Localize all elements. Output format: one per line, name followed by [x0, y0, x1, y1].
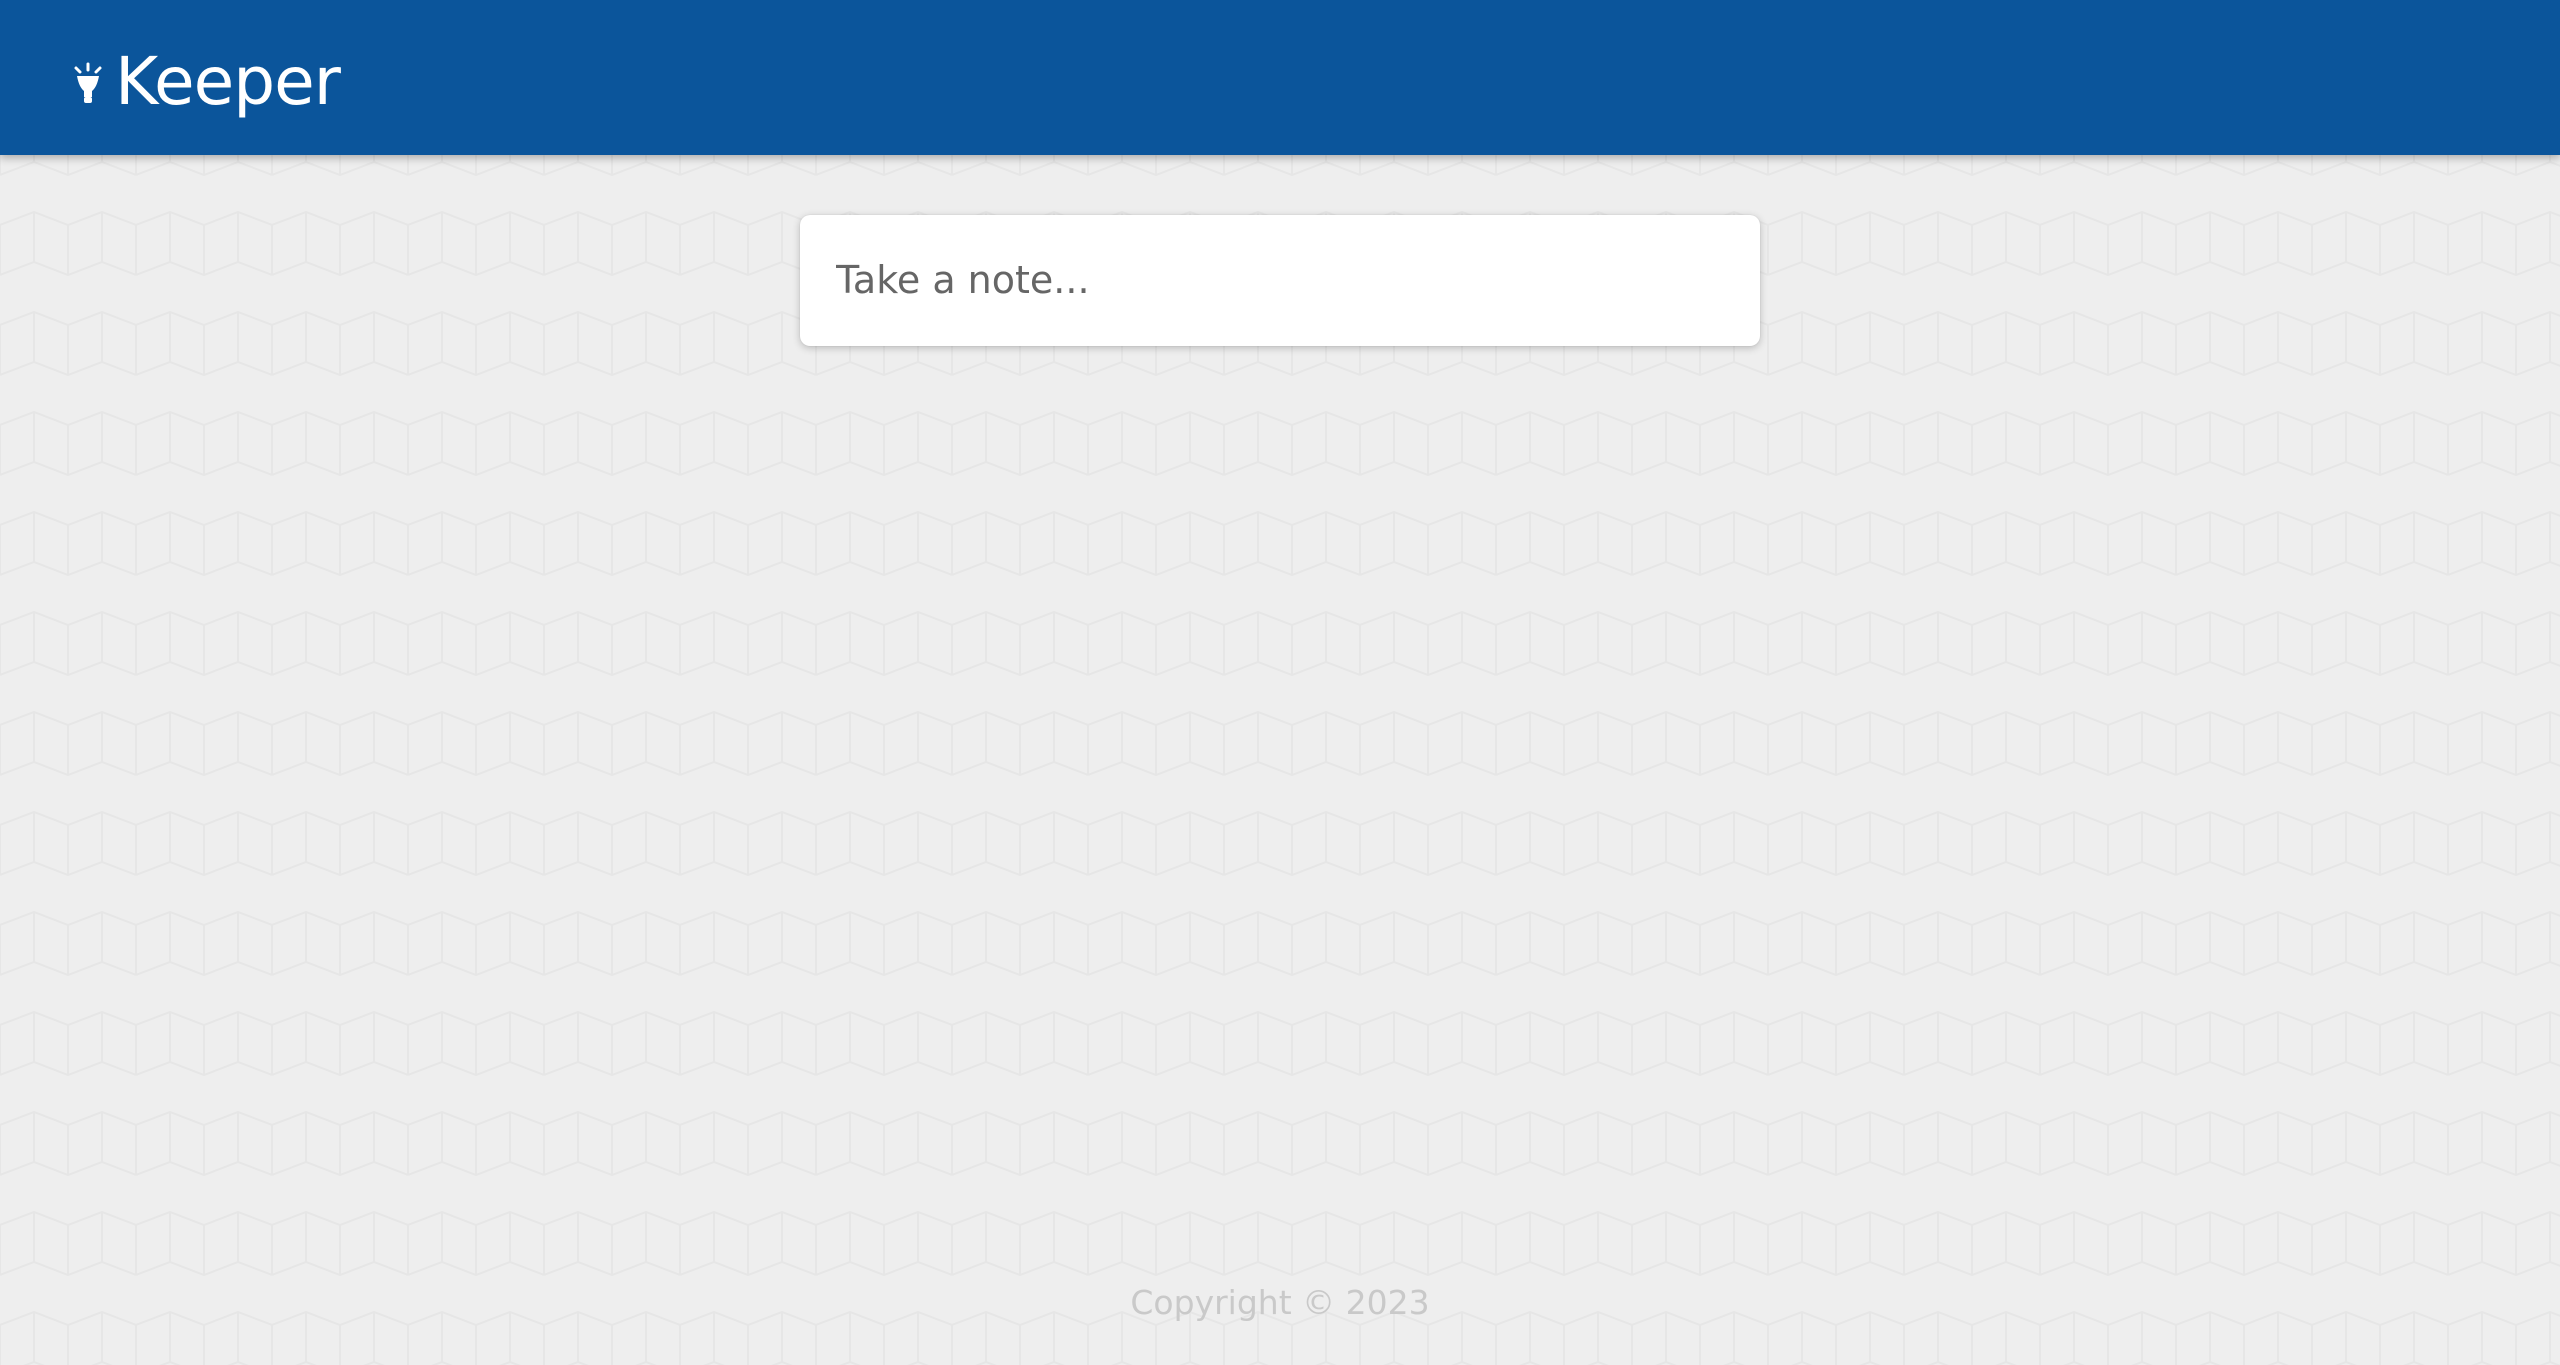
- background-pattern: [0, 0, 2560, 1365]
- brand-name: Keeper: [115, 43, 341, 120]
- lamp-icon: [74, 62, 102, 103]
- brand-logo[interactable]: Keeper: [69, 43, 341, 120]
- footer-copyright: Copyright © 2023: [1130, 1283, 1430, 1322]
- app-header: Keeper: [0, 0, 2560, 155]
- note-input[interactable]: [836, 248, 1716, 312]
- note-composer[interactable]: [800, 215, 1760, 346]
